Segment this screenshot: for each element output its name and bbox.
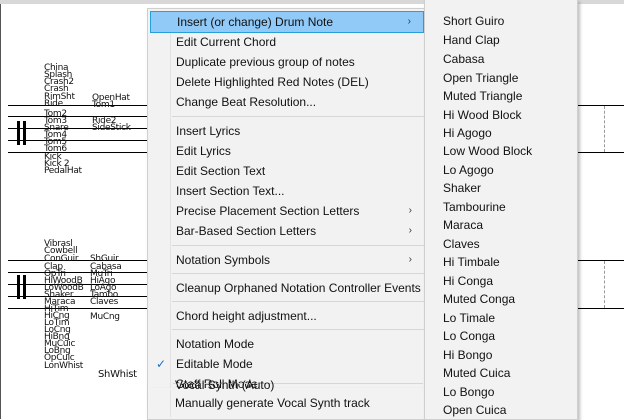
drum-option-open-triangle[interactable]: Open Triangle [443, 70, 518, 86]
drum-option-lo-bongo[interactable]: Lo Bongo [443, 384, 494, 400]
drum-label-shwhist: ShWhist [98, 369, 137, 380]
clef-bar [17, 121, 20, 145]
drum-option-cabasa[interactable]: Cabasa [443, 51, 484, 67]
submenu-arrow-icon: › [407, 16, 411, 27]
menu-item-notation-mode[interactable]: Notation Mode [150, 333, 424, 355]
menu-item-change-beat-resolution[interactable]: Change Beat Resolution... [150, 91, 424, 113]
drum-option-hi-wood-block[interactable]: Hi Wood Block [443, 107, 521, 123]
menu-item-label: Edit Current Chord [176, 35, 277, 49]
menu-separator [172, 116, 424, 117]
drum-option-claves[interactable]: Claves [443, 236, 480, 252]
submenu-arrow-icon: › [408, 254, 412, 265]
menu-separator [172, 273, 424, 274]
drum-option-hi-timbale[interactable]: Hi Timbale [443, 254, 500, 270]
staff-line [8, 296, 148, 297]
drum-option-lo-conga[interactable]: Lo Conga [443, 328, 495, 344]
drum-label-tom1: Tom1 [92, 100, 115, 110]
menu-item-label: Vocal Synth (Auto) [175, 378, 275, 392]
menu-item-chord-height-adjustment[interactable]: Chord height adjustment... [150, 305, 424, 327]
menu-separator [172, 329, 424, 330]
drum-option-low-wood-block[interactable]: Low Wood Block [443, 143, 532, 159]
menu-item-label: Insert Section Text... [176, 184, 285, 198]
staff-line [576, 260, 624, 261]
menu-item-delete-red-notes[interactable]: Delete Highlighted Red Notes (DEL) [150, 71, 424, 93]
menu-item-label: Delete Highlighted Red Notes (DEL) [176, 75, 369, 89]
beat-marker [604, 106, 605, 152]
left-border [0, 4, 1, 419]
drum-label-ride: Ride [44, 99, 63, 109]
menu-item-insert-drum-note[interactable]: Insert (or change) Drum Note › [150, 11, 424, 33]
menu-item-label: Notation Mode [176, 337, 255, 351]
drum-label-mucng: MuCng [90, 312, 120, 322]
drum-option-hi-conga[interactable]: Hi Conga [443, 273, 493, 289]
menu-item-editable-mode[interactable]: ✓ Editable Mode [150, 353, 424, 375]
submenu-arrow-icon: › [408, 225, 412, 236]
menu-item-label: Change Beat Resolution... [176, 95, 317, 109]
drum-option-muted-cuica[interactable]: Muted Cuica [443, 365, 510, 381]
menu-item-label: Cleanup Orphaned Notation Controller Eve… [176, 281, 421, 295]
menu-item-insert-lyrics[interactable]: Insert Lyrics [150, 120, 424, 142]
staff-line [8, 272, 148, 273]
drum-option-maraca[interactable]: Maraca [443, 217, 483, 233]
drum-label-pedalhat: PedalHat [44, 166, 82, 176]
submenu-arrow-icon: › [408, 205, 412, 216]
menu-separator [172, 301, 424, 302]
drum-option-muted-triangle[interactable]: Muted Triangle [443, 88, 522, 104]
drum-label-claves: Claves [90, 297, 119, 307]
clef-bar [23, 121, 26, 145]
menu-item-label: Editable Mode [176, 357, 253, 371]
checkmark-icon: ✓ [156, 357, 167, 371]
drum-option-hi-bongo[interactable]: Hi Bongo [443, 347, 492, 363]
menu-item-label: Edit Lyrics [176, 144, 231, 158]
staff-line [8, 152, 148, 153]
menu-item-bar-based-letters[interactable]: Bar-Based Section Letters › [150, 220, 424, 242]
drum-option-tambourine[interactable]: Tambourine [443, 199, 506, 215]
menu-item-edit-current-chord[interactable]: Edit Current Chord [150, 31, 424, 53]
menu-item-label: Insert Lyrics [176, 124, 241, 138]
staff-line [8, 308, 148, 309]
menu-item-label: Precise Placement Section Letters [176, 204, 360, 218]
drum-option-lo-timale[interactable]: Lo Timale [443, 310, 495, 326]
menu-item-label: Bar-Based Section Letters [176, 224, 317, 238]
context-menu: Insert (or change) Drum Note › Edit Curr… [147, 8, 427, 402]
staff-line [576, 308, 624, 309]
menu-item-label: Chord height adjustment... [176, 309, 317, 323]
staff-line [576, 152, 624, 153]
staff-line [8, 116, 148, 117]
drum-option-hi-agogo[interactable]: Hi Agogo [443, 125, 492, 141]
drum-option-lo-agogo[interactable]: Lo Agogo [443, 162, 494, 178]
drum-label-lonwhist: LonWhist [44, 361, 83, 371]
menu-item-edit-lyrics[interactable]: Edit Lyrics [150, 140, 424, 162]
menu-item-duplicate-notes[interactable]: Duplicate previous group of notes [150, 51, 424, 73]
menu-item-notation-symbols[interactable]: Notation Symbols › [150, 249, 424, 271]
staff-line [8, 140, 148, 141]
menu-item-label: Manually generate Vocal Synth track [175, 396, 370, 410]
clef-bar [17, 275, 20, 299]
drum-note-submenu: Short Guiro Hand Clap Cabasa Open Triang… [424, 0, 578, 420]
staff-line [576, 105, 624, 106]
staff-line [8, 105, 148, 106]
menu-item-edit-section-text[interactable]: Edit Section Text [150, 160, 424, 182]
menu-item-precise-placement-letters[interactable]: Precise Placement Section Letters › [150, 200, 424, 222]
beat-marker [604, 261, 605, 308]
clef-bar [23, 275, 26, 299]
drum-option-open-cuica[interactable]: Open Cuica [443, 402, 506, 418]
drum-option-short-guiro[interactable]: Short Guiro [443, 13, 504, 29]
menu-item-cleanup-orphaned-events[interactable]: Cleanup Orphaned Notation Controller Eve… [150, 277, 424, 299]
drum-option-shaker[interactable]: Shaker [443, 180, 481, 196]
drum-option-hand-clap[interactable]: Hand Clap [443, 32, 500, 48]
menu-item-vocal-synth-auto[interactable]: Vocal Synth (Auto) [149, 377, 423, 393]
menu-separator [172, 245, 424, 246]
menu-item-insert-section-text[interactable]: Insert Section Text... [150, 180, 424, 202]
menu-item-generate-vocal-synth[interactable]: Manually generate Vocal Synth track [149, 395, 423, 411]
menu-item-label: Duplicate previous group of notes [176, 55, 355, 69]
drum-label-sidestick: SideStick [92, 123, 131, 133]
drum-option-muted-conga[interactable]: Muted Conga [443, 291, 515, 307]
menu-item-label: Notation Symbols [176, 253, 271, 267]
menu-item-label: Edit Section Text [176, 164, 266, 178]
menu-item-label: Insert (or change) Drum Note [177, 15, 334, 29]
